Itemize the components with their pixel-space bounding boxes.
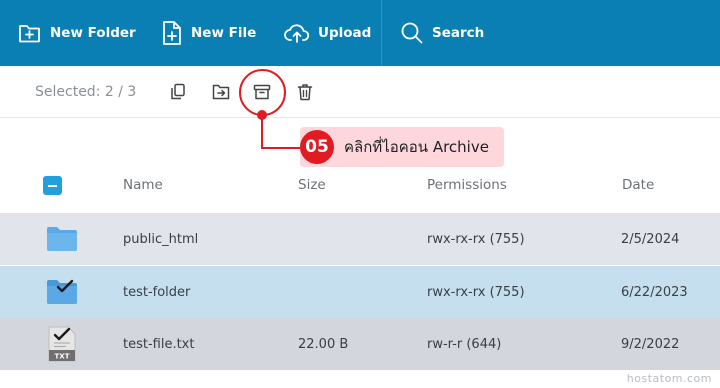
move-button[interactable]: [211, 82, 231, 102]
upload-button[interactable]: Upload: [284, 0, 371, 66]
file-permissions: rwx-rx-rx (755): [427, 231, 525, 247]
file-permissions: rw-r-r (644): [427, 336, 502, 352]
txt-file-checked-icon: TXT: [48, 326, 76, 362]
folder-plus-icon: [19, 25, 40, 43]
callout-step-number: 05: [300, 130, 334, 164]
search-label: Search: [432, 25, 485, 41]
selection-count: Selected: 2 / 3: [35, 84, 137, 100]
table-row[interactable]: TXT test-file.txt 22.00 B rw-r-r (644) 9…: [0, 318, 720, 370]
move-icon: [212, 84, 230, 100]
copy-button[interactable]: [168, 82, 188, 102]
top-toolbar: New Folder New File Upload Search: [0, 0, 720, 66]
column-header-name[interactable]: Name: [123, 177, 163, 193]
callout-text: คลิกที่ไอคอน Archive: [344, 138, 489, 156]
folder-checked-icon: [47, 279, 77, 304]
table-row[interactable]: public_html rwx-rx-rx (755) 2/5/2024: [0, 213, 720, 265]
new-folder-label: New Folder: [50, 25, 136, 41]
upload-label: Upload: [318, 25, 372, 41]
delete-button[interactable]: [295, 82, 315, 102]
file-date: 9/2/2022: [621, 336, 680, 352]
file-name[interactable]: test-folder: [123, 266, 190, 318]
file-name[interactable]: public_html: [123, 213, 198, 265]
new-folder-button[interactable]: New Folder: [18, 0, 136, 66]
new-file-button[interactable]: New File: [161, 0, 256, 66]
folder-icon: [47, 227, 77, 251]
search-icon: [401, 22, 423, 44]
selection-action-bar: Selected: 2 / 3: [0, 66, 720, 118]
file-permissions: rwx-rx-rx (755): [427, 284, 525, 300]
callout-anchor-dot: [257, 110, 267, 120]
svg-text:TXT: TXT: [55, 353, 70, 361]
trash-icon: [297, 84, 313, 101]
search-button[interactable]: Search: [400, 0, 484, 66]
watermark: hostatom.com: [626, 372, 712, 385]
file-size: 22.00 B: [298, 336, 349, 352]
column-header-size[interactable]: Size: [298, 177, 326, 193]
archive-highlight-ring: [239, 69, 286, 116]
table-row[interactable]: test-folder rwx-rx-rx (755) 6/22/2023: [0, 266, 720, 318]
select-all-checkbox[interactable]: [43, 176, 62, 195]
new-file-label: New File: [191, 25, 257, 41]
callout-connector-horizontal: [261, 147, 303, 149]
copy-icon: [171, 83, 185, 100]
file-date: 6/22/2023: [621, 284, 688, 300]
toolbar-divider: [381, 0, 382, 66]
file-date: 2/5/2024: [621, 231, 680, 247]
cloud-upload-icon: [284, 24, 310, 43]
file-name[interactable]: test-file.txt: [123, 318, 194, 370]
file-plus-icon: [163, 21, 181, 45]
column-header-date[interactable]: Date: [622, 177, 654, 193]
minus-icon: [48, 184, 57, 187]
column-header-permissions[interactable]: Permissions: [427, 177, 507, 193]
